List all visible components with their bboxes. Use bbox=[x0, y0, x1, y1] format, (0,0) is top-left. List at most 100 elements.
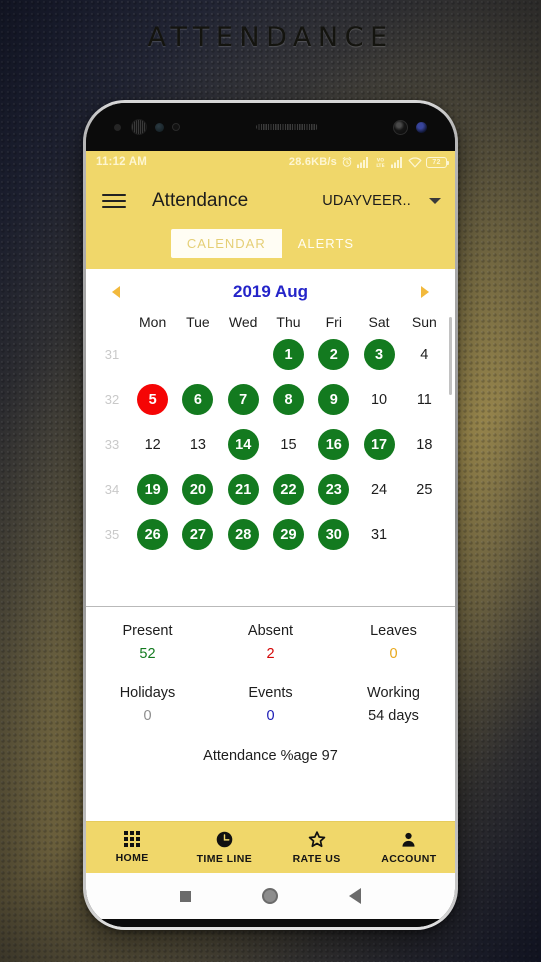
calendar-day-cell: 20 bbox=[175, 474, 220, 505]
calendar-day-27[interactable]: 27 bbox=[182, 519, 214, 550]
summary-label: Absent bbox=[247, 623, 294, 639]
home-circle-icon[interactable] bbox=[261, 888, 278, 904]
next-month-button[interactable] bbox=[421, 286, 429, 298]
user-spinner-value: UDAYVEER.. bbox=[322, 193, 411, 209]
nav-item-timeline[interactable]: TIME LINE bbox=[178, 822, 270, 873]
calendar-day-21[interactable]: 21 bbox=[227, 474, 259, 505]
calendar-day-1[interactable]: 1 bbox=[272, 339, 304, 370]
summary-cell-holidays: Holidays 0 bbox=[86, 685, 209, 724]
calendar-day-16[interactable]: 16 bbox=[318, 429, 350, 460]
user-spinner[interactable]: UDAYVEER.. bbox=[322, 193, 441, 209]
phone-bottom-bezel bbox=[86, 919, 455, 927]
clock-icon bbox=[216, 831, 233, 847]
calendar-week-row: 35 26 27 28 29 30 31 bbox=[94, 512, 447, 557]
calendar-day-24[interactable]: 24 bbox=[364, 474, 395, 505]
calendar-scrollbar[interactable] bbox=[449, 317, 452, 395]
summary-row: Present 52 Absent 2 Leaves 0 bbox=[86, 623, 455, 662]
calendar-week-number: 32 bbox=[104, 392, 120, 407]
calendar-day-30[interactable]: 30 bbox=[318, 519, 350, 550]
calendar-day-18[interactable]: 18 bbox=[409, 429, 440, 460]
summary-cell-working: Working 54 days bbox=[332, 685, 455, 724]
calendar-day-cell bbox=[402, 519, 447, 550]
weekday-wed: Wed bbox=[228, 314, 258, 330]
svg-text:VO: VO bbox=[377, 157, 385, 163]
tab-calendar[interactable]: CALENDAR bbox=[170, 229, 282, 258]
hamburger-menu-icon[interactable] bbox=[102, 194, 126, 208]
calendar-day-cell: 1 bbox=[266, 339, 311, 370]
calendar-day-cell: 10 bbox=[356, 384, 401, 415]
calendar-day-cell: 19 bbox=[130, 474, 175, 505]
summary-cell-events: Events 0 bbox=[209, 685, 332, 724]
summary-value: 0 bbox=[389, 646, 398, 662]
nav-item-account[interactable]: ACCOUNT bbox=[363, 822, 455, 873]
calendar-day-cell: 31 bbox=[356, 519, 401, 550]
summary-label: Present bbox=[122, 623, 173, 639]
person-icon bbox=[402, 832, 415, 847]
nav-label-rateus: RATE US bbox=[292, 852, 341, 865]
calendar-day-cell bbox=[130, 339, 175, 370]
summary-cell-leaves: Leaves 0 bbox=[332, 623, 455, 662]
calendar-day-cell: 26 bbox=[130, 519, 175, 550]
calendar-day-6[interactable]: 6 bbox=[182, 384, 214, 415]
wifi-icon bbox=[408, 156, 422, 168]
calendar-day-cell: 3 bbox=[356, 339, 401, 370]
nav-item-rateus[interactable]: RATE US bbox=[271, 822, 363, 873]
calendar-day-2[interactable]: 2 bbox=[318, 339, 350, 370]
summary-label: Leaves bbox=[370, 623, 417, 639]
summary-value: 52 bbox=[139, 646, 156, 662]
calendar-day-15[interactable]: 15 bbox=[273, 429, 304, 460]
summary-value: 0 bbox=[143, 708, 152, 724]
calendar-day-3[interactable]: 3 bbox=[363, 339, 395, 370]
calendar-day-20[interactable]: 20 bbox=[182, 474, 214, 505]
calendar-day-10[interactable]: 10 bbox=[364, 384, 395, 415]
calendar-day-29[interactable]: 29 bbox=[272, 519, 304, 550]
status-bar-time: 11:12 AM bbox=[96, 156, 148, 168]
signal-bars-icon bbox=[391, 156, 402, 168]
calendar-day-28[interactable]: 28 bbox=[227, 519, 259, 550]
calendar-day-5[interactable]: 5 bbox=[137, 384, 169, 415]
calendar-day-empty bbox=[182, 339, 213, 370]
summary-label: Holidays bbox=[119, 685, 176, 701]
recents-square-icon[interactable] bbox=[179, 890, 191, 902]
weekday-sun: Sun bbox=[411, 314, 437, 330]
summary-row: Holidays 0 Events 0 Working 54 days bbox=[86, 685, 455, 724]
calendar-day-31[interactable]: 31 bbox=[364, 519, 395, 550]
calendar-day-7[interactable]: 7 bbox=[227, 384, 259, 415]
calendar-day-12[interactable]: 12 bbox=[137, 429, 168, 460]
calendar-grid: 31 1 2 3 4 32 5 6 7 8 9 10 11 33 12 13 14 15 16 17 18 34 19 20 2… bbox=[86, 332, 455, 557]
back-triangle-icon[interactable] bbox=[349, 888, 362, 904]
calendar-day-cell bbox=[221, 339, 266, 370]
calendar-weekday-header: Mon Tue Wed Thu Fri Sat Sun bbox=[86, 306, 455, 332]
proximity-sensor-icon bbox=[114, 123, 121, 131]
calendar-day-cell: 21 bbox=[221, 474, 266, 505]
calendar-day-19[interactable]: 19 bbox=[137, 474, 169, 505]
nav-item-home[interactable]: HOME bbox=[86, 822, 178, 873]
star-icon bbox=[308, 830, 325, 847]
calendar-day-cell: 25 bbox=[402, 474, 447, 505]
tab-alerts[interactable]: ALERTS bbox=[282, 229, 370, 258]
calendar-day-25[interactable]: 25 bbox=[409, 474, 440, 505]
nav-label-home: HOME bbox=[115, 852, 149, 864]
battery-icon: 72 bbox=[426, 156, 449, 168]
grid-apps-icon bbox=[124, 831, 141, 847]
calendar-week-number: 31 bbox=[104, 347, 120, 362]
calendar-day-9[interactable]: 9 bbox=[318, 384, 350, 415]
prev-month-button[interactable] bbox=[112, 286, 120, 298]
earpiece-speaker-icon bbox=[255, 124, 318, 130]
calendar-day-4[interactable]: 4 bbox=[409, 339, 440, 370]
calendar-day-8[interactable]: 8 bbox=[272, 384, 304, 415]
calendar-day-cell: 15 bbox=[266, 429, 311, 460]
calendar-day-22[interactable]: 22 bbox=[272, 474, 304, 505]
calendar-day-17[interactable]: 17 bbox=[363, 429, 395, 460]
calendar-day-cell: 16 bbox=[311, 429, 356, 460]
phone-screen: 11:12 AM 28.6KB/s VO LTE 72 Attendance U… bbox=[86, 151, 455, 873]
summary-label: Working bbox=[367, 685, 420, 701]
summary-cell-present: Present 52 bbox=[86, 623, 209, 662]
weekday-mon: Mon bbox=[139, 314, 167, 330]
calendar-day-26[interactable]: 26 bbox=[137, 519, 169, 550]
calendar-day-14[interactable]: 14 bbox=[227, 429, 259, 460]
calendar-day-11[interactable]: 11 bbox=[409, 384, 440, 415]
calendar-day-13[interactable]: 13 bbox=[182, 429, 213, 460]
chevron-down-icon[interactable] bbox=[429, 198, 441, 204]
calendar-day-23[interactable]: 23 bbox=[318, 474, 350, 505]
